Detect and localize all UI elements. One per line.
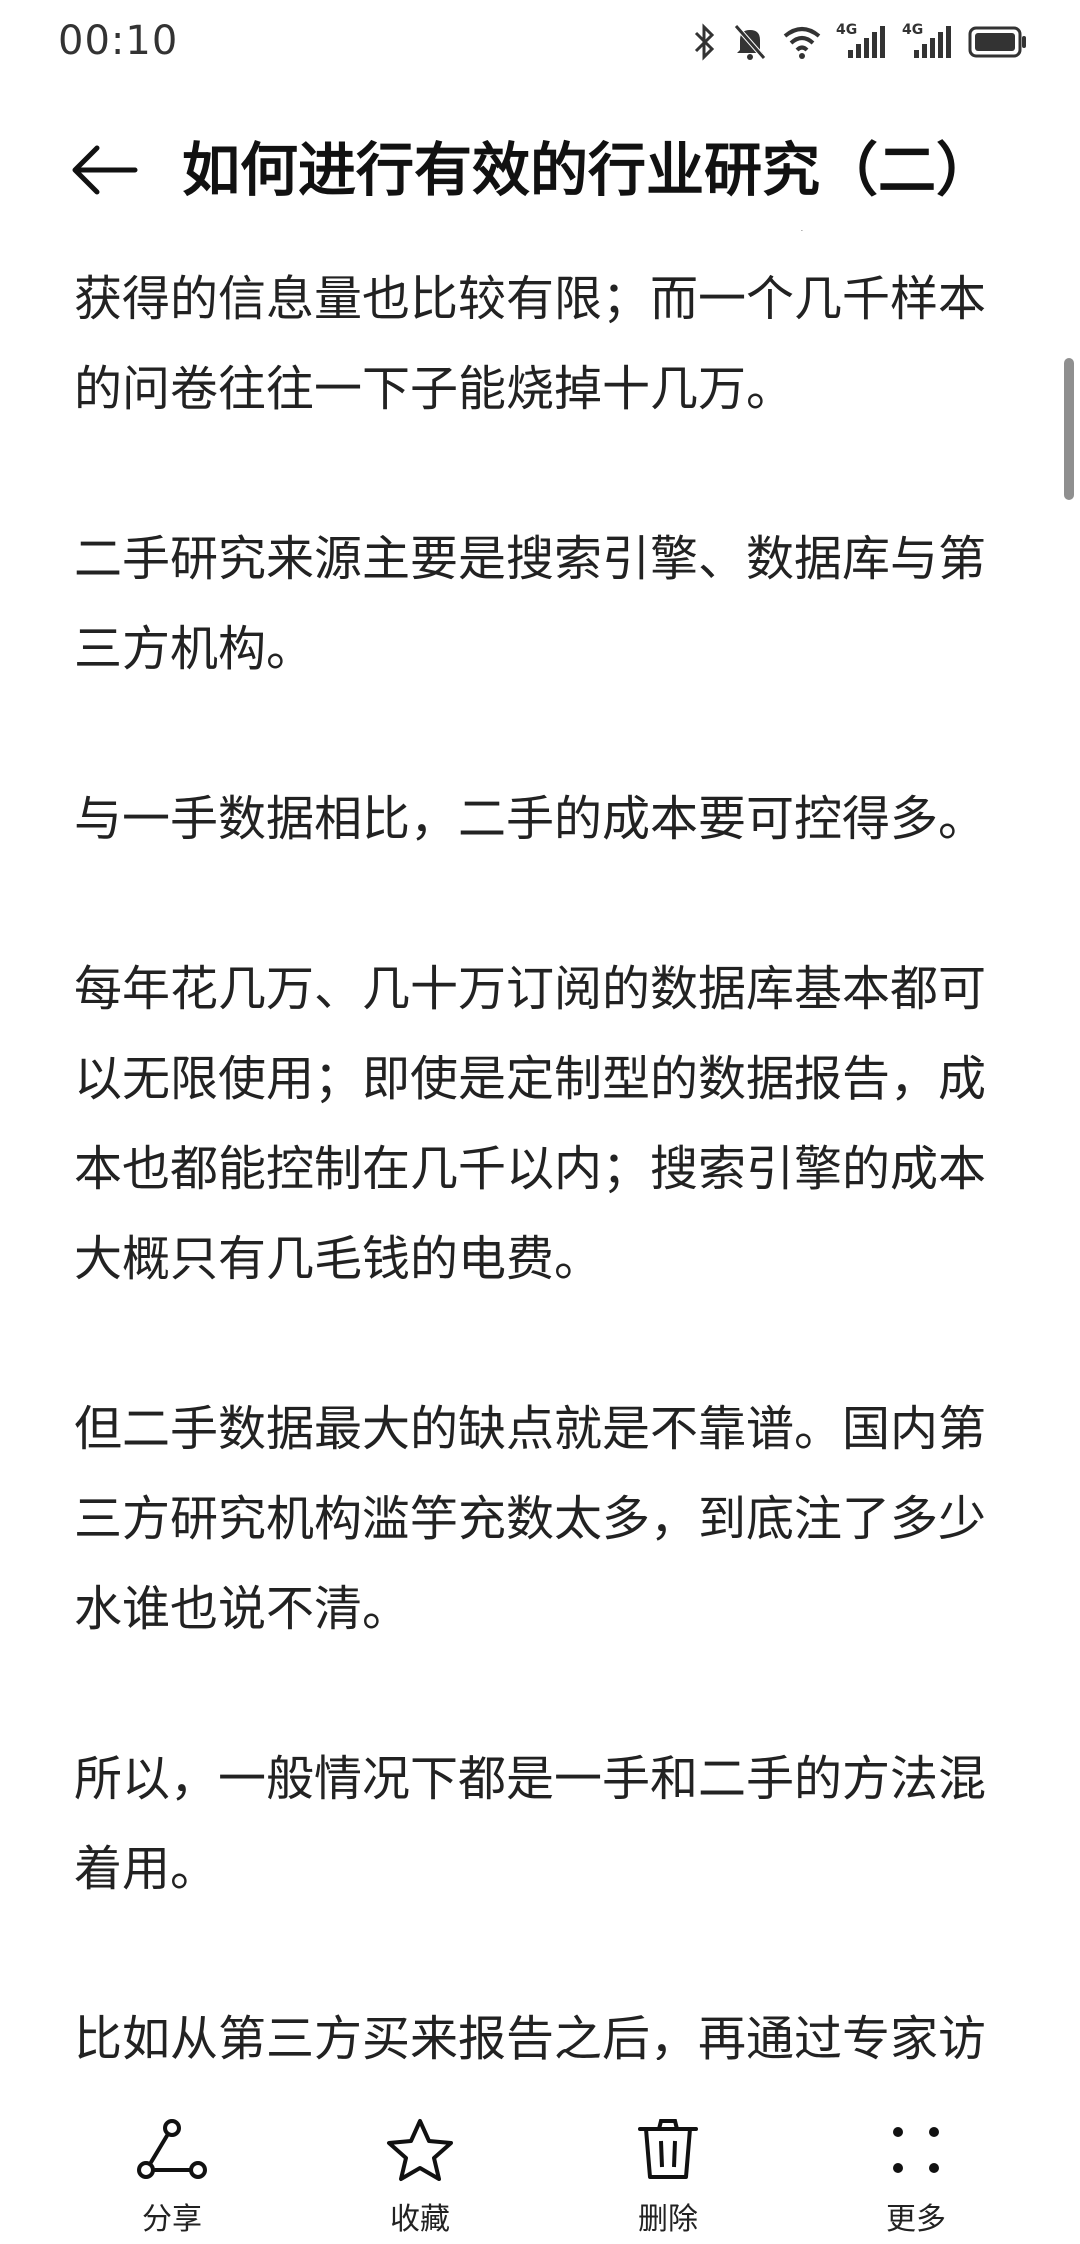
network-type-label: 4G <box>902 22 924 38</box>
status-icons: 4G 4G <box>692 20 1028 64</box>
star-icon <box>380 2110 460 2190</box>
more-button[interactable]: 更多 <box>836 2110 996 2240</box>
favorite-button[interactable]: 收藏 <box>340 2110 500 2240</box>
status-time: 00:10 <box>58 18 179 64</box>
header-bar: 如何进行有效的行业研究（二） <box>0 120 1080 220</box>
back-arrow-icon <box>72 145 138 195</box>
article-body: 于一手调研的可能只有几百个样本，能 获得的信息量也比较有限；而一个几千样本的问卷… <box>74 230 1004 2060</box>
article-paragraph: 与一手数据相比，二手的成本要可控得多。 <box>74 791 987 847</box>
article-paragraph-partial: 于一手调研的可能只有几百个样本，能 <box>74 230 1004 254</box>
battery-icon <box>968 24 1028 60</box>
article-paragraph: 所以，一般情况下都是一手和二手的方法混着用。 <box>74 1751 987 1897</box>
mute-icon <box>732 22 768 62</box>
article-paragraph: 比如从第三方买来报告之后，再通过专家访 <box>74 2011 987 2060</box>
bottom-toolbar: 分享 收藏 删除 更多 <box>0 2100 1080 2244</box>
network-type-label: 4G <box>836 22 858 38</box>
page-title: 如何进行有效的行业研究（二） <box>182 136 995 204</box>
more-dots-icon <box>876 2110 956 2190</box>
signal-icon-1: 4G <box>836 22 888 62</box>
delete-button[interactable]: 删除 <box>588 2110 748 2240</box>
status-bar: 00:10 4G 4G <box>0 0 1080 84</box>
share-label: 分享 <box>142 2202 202 2237</box>
signal-icon-2: 4G <box>902 22 954 62</box>
article-paragraph: 二手研究来源主要是搜索引擎、数据库与第三方机构。 <box>74 531 987 677</box>
delete-label: 删除 <box>638 2202 698 2237</box>
bluetooth-icon <box>692 22 718 62</box>
article-paragraph: 每年花几万、几十万订阅的数据库基本都可以无限使用；即使是定制型的数据报告，成本也… <box>74 961 987 1287</box>
share-icon <box>132 2110 212 2190</box>
trash-icon <box>628 2110 708 2190</box>
favorite-label: 收藏 <box>390 2202 450 2237</box>
back-button[interactable] <box>62 136 146 204</box>
scrollbar-thumb[interactable] <box>1064 358 1074 500</box>
article-paragraph: 获得的信息量也比较有限；而一个几千样本的问卷往往一下子能烧掉十几万。 <box>74 271 987 417</box>
more-label: 更多 <box>886 2202 946 2237</box>
share-button[interactable]: 分享 <box>92 2110 252 2240</box>
article-scroll-area[interactable]: 于一手调研的可能只有几百个样本，能 获得的信息量也比较有限；而一个几千样本的问卷… <box>0 230 1080 2060</box>
article-paragraph: 但二手数据最大的缺点就是不靠谱。国内第三方研究机构滥竽充数太多，到底注了多少水谁… <box>74 1401 987 1637</box>
wifi-icon <box>782 22 822 62</box>
